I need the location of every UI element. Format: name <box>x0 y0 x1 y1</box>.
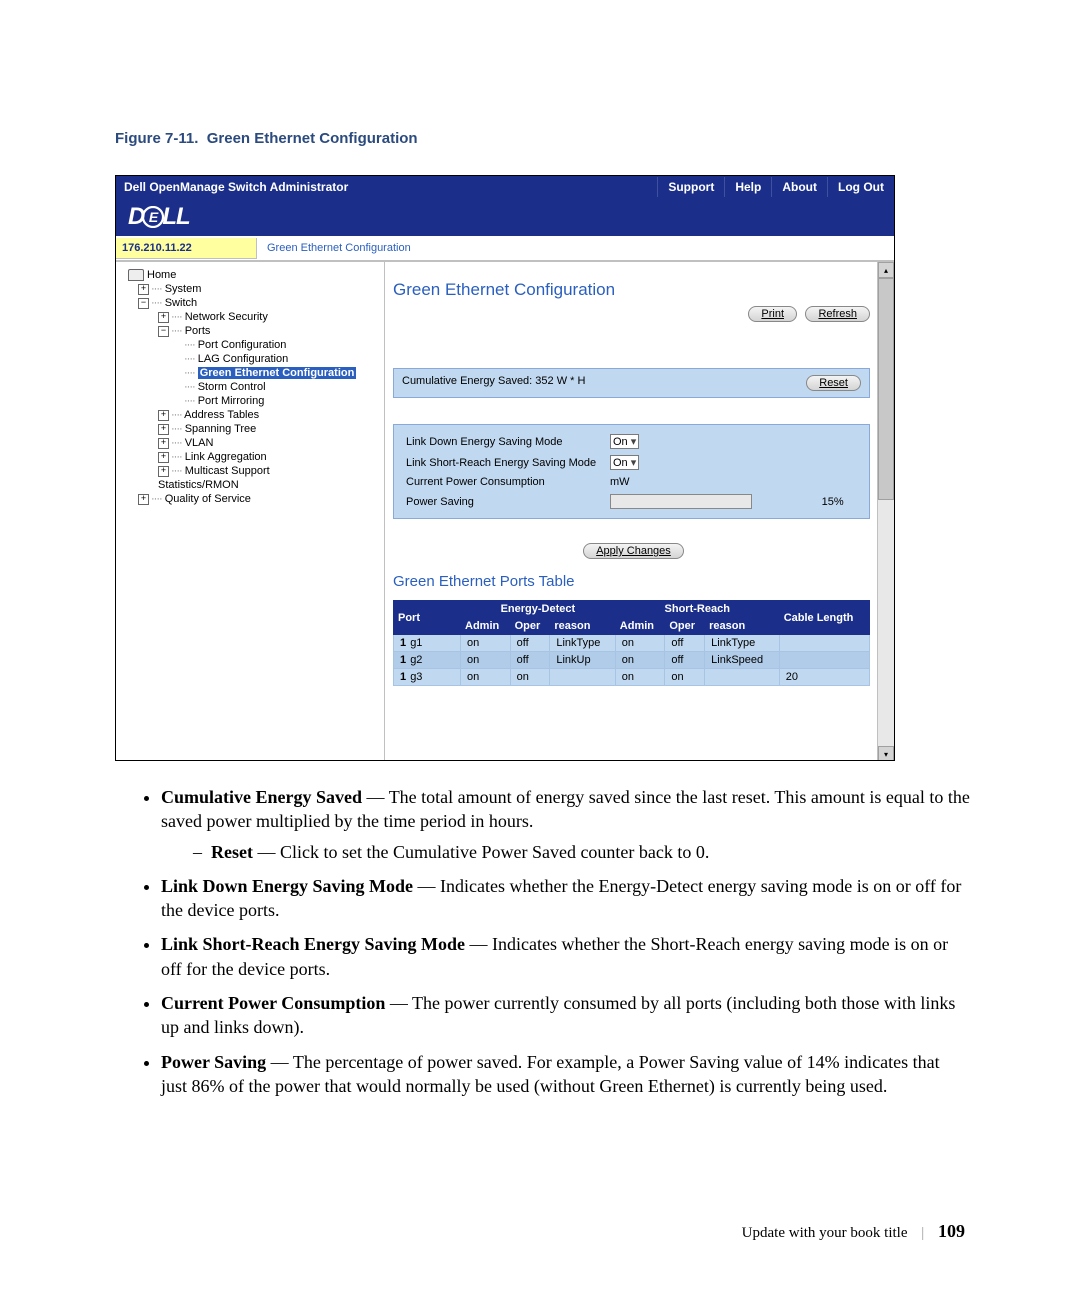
page-title: Green Ethernet Configuration <box>393 280 870 300</box>
link-down-label: Link Down Energy Saving Mode <box>402 431 606 452</box>
scroll-thumb[interactable] <box>878 278 894 500</box>
nav-green-ethernet[interactable]: Green Ethernet Configuration <box>198 367 357 379</box>
figure-caption: Figure 7-11. Green Ethernet Configuratio… <box>115 130 970 147</box>
power-saving-label: Power Saving <box>402 491 606 512</box>
col-short-reach: Short-Reach <box>615 601 779 618</box>
nav-switch[interactable]: Switch <box>165 297 197 309</box>
link-down-select[interactable]: On <box>610 434 639 449</box>
nav-network-security[interactable]: Network Security <box>185 311 268 323</box>
nav-system[interactable]: System <box>165 283 202 295</box>
term-power-saving: Power Saving <box>161 1052 266 1072</box>
term-current-power: Current Power Consumption <box>161 993 385 1013</box>
ports-table: Port Energy-Detect Short-Reach Cable Len… <box>393 600 870 686</box>
dell-logo: DELL <box>128 203 190 231</box>
ports-table-heading: Green Ethernet Ports Table <box>393 573 870 590</box>
nav-spanning-tree[interactable]: Spanning Tree <box>185 423 257 435</box>
nav-qos[interactable]: Quality of Service <box>165 493 251 505</box>
power-saving-bar <box>610 494 752 509</box>
print-button[interactable]: Print <box>748 306 797 322</box>
nav-address-tables[interactable]: Address Tables <box>184 409 259 421</box>
expand-icon[interactable]: + <box>158 452 169 463</box>
page-footer: Update with your book title | 109 <box>742 1221 965 1242</box>
help-link[interactable]: Help <box>724 177 771 197</box>
table-row: 1 g2 onoffLinkUp onoffLinkSpeed <box>394 652 870 669</box>
window-topbar: Dell OpenManage Switch Administrator Sup… <box>116 176 894 198</box>
term-short-reach: Link Short-Reach Energy Saving Mode <box>161 934 465 954</box>
scroll-down-icon[interactable]: ▾ <box>878 746 894 761</box>
description-list: Cumulative Energy Saved — The total amou… <box>115 785 970 1098</box>
reset-button[interactable]: Reset <box>806 375 861 391</box>
nav-port-mirroring[interactable]: Port Mirroring <box>198 395 265 407</box>
expand-icon[interactable]: + <box>158 410 169 421</box>
home-icon <box>128 269 144 281</box>
col-sr-oper: Oper <box>665 618 705 635</box>
col-cable-length: Cable Length <box>779 601 869 635</box>
short-reach-label: Link Short-Reach Energy Saving Mode <box>402 452 606 473</box>
nav-lag-config[interactable]: LAG Configuration <box>198 353 289 365</box>
logout-link[interactable]: Log Out <box>827 177 894 197</box>
app-screenshot: Dell OpenManage Switch Administrator Sup… <box>115 175 895 761</box>
term-cumulative: Cumulative Energy Saved <box>161 787 362 807</box>
table-row: 1 g1 onoffLinkType onoffLinkType <box>394 635 870 652</box>
apply-changes-button[interactable]: Apply Changes <box>583 543 684 559</box>
about-link[interactable]: About <box>771 177 827 197</box>
support-link[interactable]: Support <box>657 177 724 197</box>
brand-bar: DELL <box>116 198 894 236</box>
power-consumption-label: Current Power Consumption <box>402 473 606 491</box>
refresh-button[interactable]: Refresh <box>805 306 870 322</box>
col-sr-reason: reason <box>705 618 780 635</box>
settings-panel: Link Down Energy Saving Mode On Link Sho… <box>393 424 870 519</box>
col-sr-admin: Admin <box>615 618 665 635</box>
collapse-icon[interactable]: − <box>138 298 149 309</box>
cumulative-energy-saved: Cumulative Energy Saved: 352 W * H <box>402 375 585 387</box>
breadcrumb-page: Green Ethernet Configuration <box>257 242 411 254</box>
power-consumption-unit: mW <box>610 476 630 488</box>
nav-port-config[interactable]: Port Configuration <box>198 339 287 351</box>
nav-tree: Home +···· System −···· Switch +···· Net… <box>116 262 385 761</box>
page-number: 109 <box>938 1221 965 1241</box>
nav-stats-rmon[interactable]: Statistics/RMON <box>158 479 239 491</box>
term-reset: Reset <box>211 842 253 862</box>
expand-icon[interactable]: + <box>158 466 169 477</box>
collapse-icon[interactable]: − <box>158 326 169 337</box>
nav-home[interactable]: Home <box>147 269 176 281</box>
expand-icon[interactable]: + <box>158 424 169 435</box>
col-ed-reason: reason <box>550 618 615 635</box>
col-port: Port <box>394 601 461 635</box>
expand-icon[interactable]: + <box>138 284 149 295</box>
nav-link-aggregation[interactable]: Link Aggregation <box>185 451 267 463</box>
nav-ports[interactable]: Ports <box>185 325 211 337</box>
short-reach-select[interactable]: On <box>610 455 639 470</box>
table-row: 1 g3 onon onon 20 <box>394 669 870 686</box>
footer-text: Update with your book title <box>742 1225 908 1241</box>
expand-icon[interactable]: + <box>138 494 149 505</box>
expand-icon[interactable]: + <box>158 312 169 323</box>
term-link-down: Link Down Energy Saving Mode <box>161 876 413 896</box>
power-saving-value: 15% <box>812 491 861 512</box>
col-ed-oper: Oper <box>510 618 550 635</box>
nav-multicast[interactable]: Multicast Support <box>185 465 270 477</box>
window-title: Dell OpenManage Switch Administrator <box>116 180 657 194</box>
scrollbar[interactable]: ▴ ▾ <box>877 262 894 761</box>
energy-saved-panel: Reset Cumulative Energy Saved: 352 W * H <box>393 368 870 398</box>
expand-icon[interactable]: + <box>158 438 169 449</box>
svg-text:E: E <box>149 209 159 225</box>
nav-storm-control[interactable]: Storm Control <box>198 381 266 393</box>
scroll-up-icon[interactable]: ▴ <box>878 262 894 278</box>
nav-vlan[interactable]: VLAN <box>185 437 214 449</box>
col-ed-admin: Admin <box>461 618 511 635</box>
device-ip: 176.210.11.22 <box>116 238 257 259</box>
breadcrumb: 176.210.11.22 Green Ethernet Configurati… <box>116 236 894 261</box>
col-energy-detect: Energy-Detect <box>461 601 616 618</box>
